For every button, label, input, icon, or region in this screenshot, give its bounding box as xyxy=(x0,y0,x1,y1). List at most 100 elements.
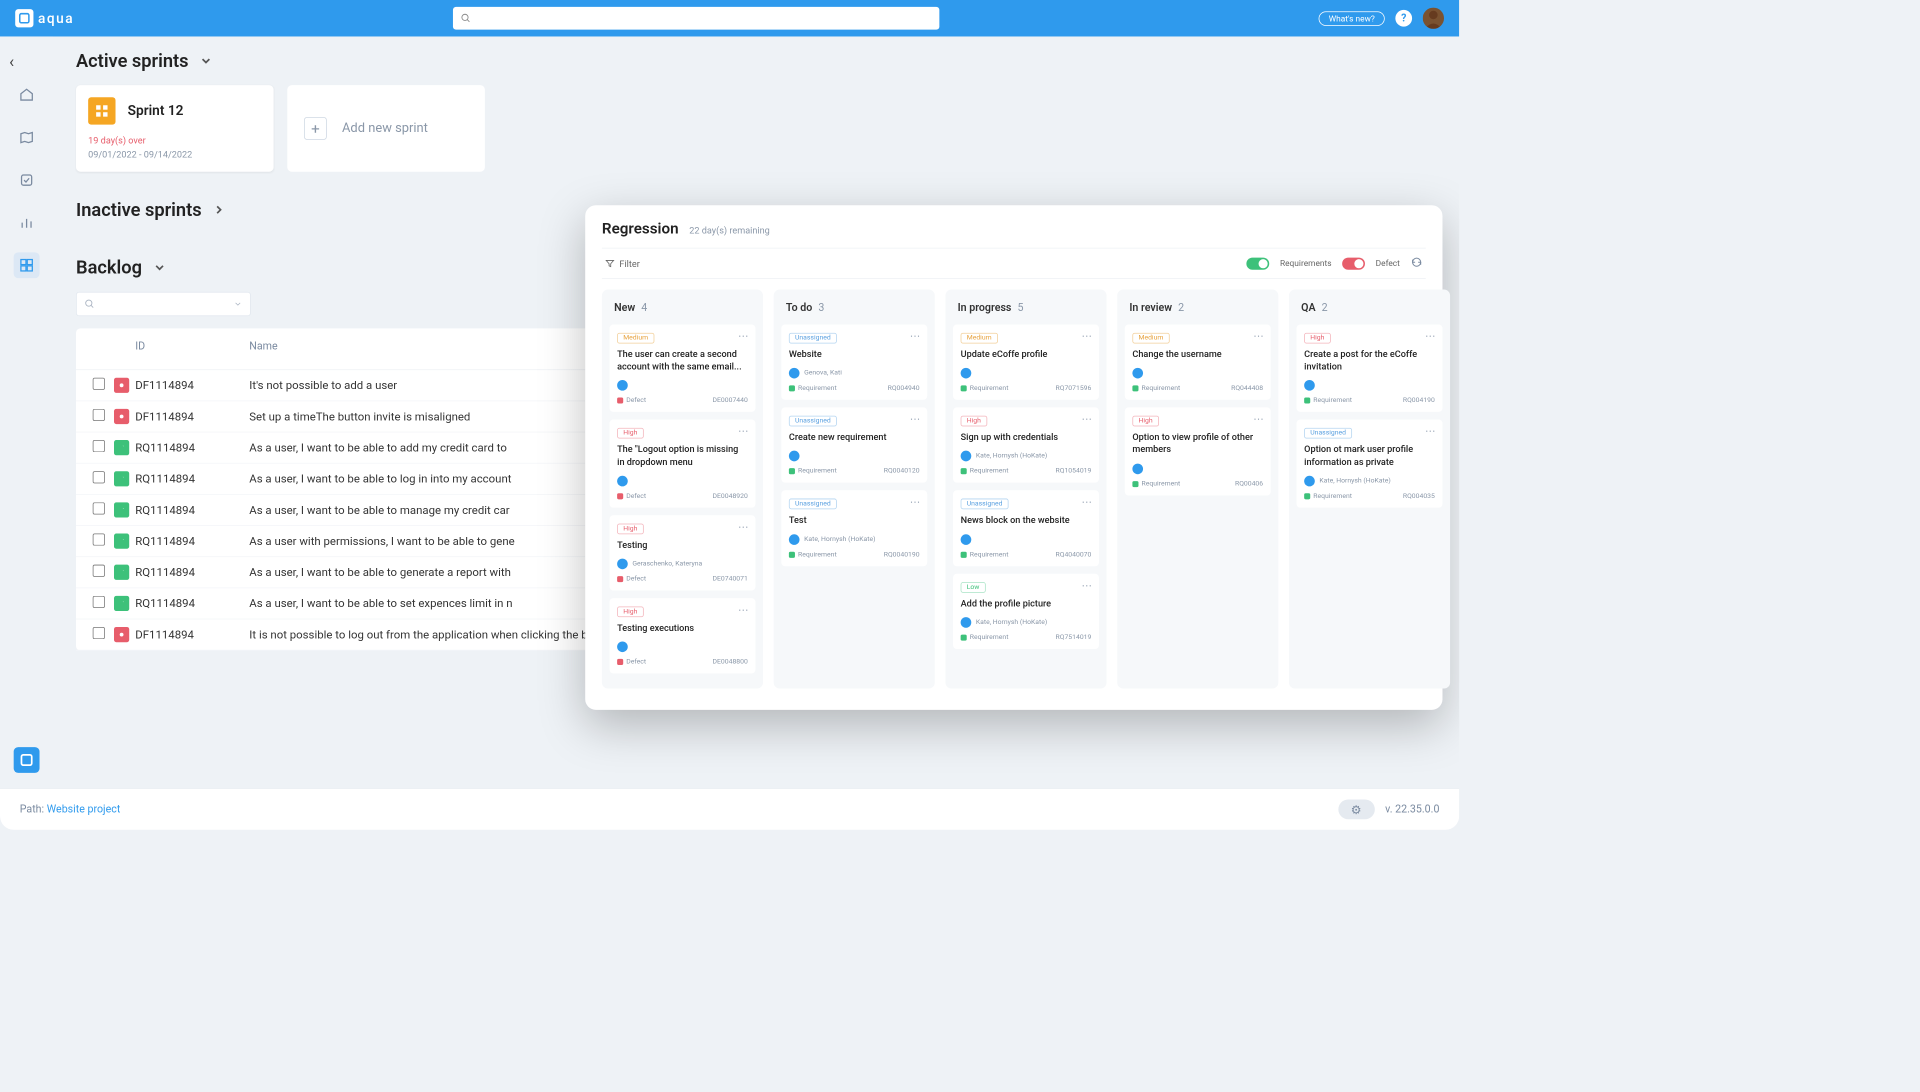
card-ref: RQ004940 xyxy=(888,385,920,393)
backlog-search[interactable] xyxy=(76,292,251,316)
card-menu-icon[interactable]: ⋯ xyxy=(1081,497,1092,509)
filter-button[interactable]: Filter xyxy=(605,258,640,269)
card-menu-icon[interactable]: ⋯ xyxy=(910,414,921,426)
row-checkbox[interactable] xyxy=(93,440,105,452)
kanban-card[interactable]: ⋯ Medium The user can create a second ac… xyxy=(610,325,756,413)
card-ref: DE0048800 xyxy=(713,658,748,666)
card-menu-icon[interactable]: ⋯ xyxy=(1081,331,1092,343)
card-menu-icon[interactable]: ⋯ xyxy=(1253,331,1264,343)
kanban-card[interactable]: ⋯ High Sign up with credentials Kate, Ho… xyxy=(953,408,1099,483)
type-icon xyxy=(961,551,967,557)
type-icon xyxy=(617,398,623,404)
card-menu-icon[interactable]: ⋯ xyxy=(910,497,921,509)
kanban-card[interactable]: ⋯ Medium Update eCoffe profile Requireme… xyxy=(953,325,1099,400)
column-name: In review xyxy=(1129,302,1172,314)
card-title: Website xyxy=(789,348,920,360)
th-id[interactable]: ID xyxy=(135,340,249,357)
assignee-avatar xyxy=(1304,476,1315,487)
kanban-card[interactable]: ⋯ High Option to view profile of other m… xyxy=(1125,408,1271,496)
type-icon xyxy=(789,468,795,474)
add-sprint-label: Add new sprint xyxy=(342,121,428,136)
nav-chart-icon[interactable] xyxy=(14,210,40,236)
backlog-title: Backlog xyxy=(76,257,142,278)
priority-tag: Unassigned xyxy=(961,499,1009,510)
nav-collapse-icon[interactable] xyxy=(14,747,40,773)
priority-tag: High xyxy=(1132,416,1158,427)
card-menu-icon[interactable]: ⋯ xyxy=(738,331,749,343)
card-menu-icon[interactable]: ⋯ xyxy=(1425,331,1436,343)
settings-toggle[interactable]: ⚙ xyxy=(1338,800,1374,820)
row-checkbox[interactable] xyxy=(93,378,105,390)
kanban-card[interactable]: ⋯ Unassigned Create new requirement Requ… xyxy=(781,408,927,483)
card-menu-icon[interactable]: ⋯ xyxy=(1253,414,1264,426)
kanban-card[interactable]: ⋯ Unassigned News block on the website R… xyxy=(953,490,1099,565)
row-checkbox[interactable] xyxy=(93,502,105,514)
kanban-card[interactable]: ⋯ Medium Change the username Requirement… xyxy=(1125,325,1271,400)
kanban-card[interactable]: ⋯ High The "Logout option is missing in … xyxy=(610,420,756,508)
card-menu-icon[interactable]: ⋯ xyxy=(1081,414,1092,426)
card-ref: RQ0040120 xyxy=(884,468,920,476)
kanban-card[interactable]: ⋯ Low Add the profile picture Kate, Horn… xyxy=(953,573,1099,648)
kanban-card[interactable]: ⋯ High Create a post for the eCoffe invi… xyxy=(1297,325,1443,413)
sprint-name: Sprint 12 xyxy=(128,103,184,119)
requirement-icon xyxy=(114,471,129,486)
user-avatar[interactable] xyxy=(1423,8,1444,29)
kanban-card[interactable]: ⋯ High Testing executions DefectDE004880… xyxy=(610,598,756,673)
help-button[interactable]: ? xyxy=(1395,10,1412,27)
row-checkbox[interactable] xyxy=(93,565,105,577)
assignee-avatar xyxy=(617,380,628,391)
kanban-card[interactable]: ⋯ Unassigned Website Genova, Kati Requir… xyxy=(781,325,927,400)
card-menu-icon[interactable]: ⋯ xyxy=(1081,580,1092,592)
card-menu-icon[interactable]: ⋯ xyxy=(1425,426,1436,438)
chevron-right-icon xyxy=(212,203,226,217)
type-label: Requirement xyxy=(798,468,837,476)
requirement-icon xyxy=(114,534,129,549)
brand-logo[interactable]: aqua xyxy=(15,9,74,27)
global-search[interactable] xyxy=(453,7,939,30)
back-button[interactable]: ‹ xyxy=(9,53,14,72)
sprint-dates: 09/01/2022 - 09/14/2022 xyxy=(88,149,261,160)
kanban-card[interactable]: ⋯ Unassigned Option ot mark user profile… xyxy=(1297,420,1443,508)
type-icon xyxy=(789,385,795,391)
card-title: Change the username xyxy=(1132,348,1263,360)
kanban-card[interactable]: ⋯ High Testing Geraschenko, Kateryna Def… xyxy=(610,515,756,590)
card-title: Option to view profile of other members xyxy=(1132,431,1263,456)
assignee-avatar xyxy=(961,617,972,628)
sync-button[interactable] xyxy=(1411,256,1423,270)
type-icon xyxy=(961,634,967,640)
card-menu-icon[interactable]: ⋯ xyxy=(910,331,921,343)
defect-toggle[interactable] xyxy=(1342,257,1365,269)
sprint-card[interactable]: Sprint 12 19 day(s) over 09/01/2022 - 09… xyxy=(76,85,274,172)
requirements-toggle[interactable] xyxy=(1247,257,1270,269)
path-value[interactable]: Website project xyxy=(47,803,121,815)
kanban-board: New4 ⋯ Medium The user can create a seco… xyxy=(602,290,1426,689)
row-checkbox[interactable] xyxy=(93,409,105,421)
row-checkbox[interactable] xyxy=(93,534,105,546)
card-menu-icon[interactable]: ⋯ xyxy=(738,521,749,533)
card-title: Test xyxy=(789,514,920,526)
assignee-name: Kate, Hornysh (HoKate) xyxy=(976,452,1047,460)
nav-home-icon[interactable] xyxy=(14,82,40,108)
card-title: Sign up with credentials xyxy=(961,431,1092,443)
nav-board-icon[interactable] xyxy=(14,252,40,278)
row-checkbox[interactable] xyxy=(93,471,105,483)
card-menu-icon[interactable]: ⋯ xyxy=(738,604,749,616)
row-checkbox[interactable] xyxy=(93,627,105,639)
row-checkbox[interactable] xyxy=(93,596,105,608)
nav-map-icon[interactable] xyxy=(14,125,40,151)
card-menu-icon[interactable]: ⋯ xyxy=(738,426,749,438)
type-icon xyxy=(1304,398,1310,404)
nav-package-icon[interactable] xyxy=(14,167,40,193)
priority-tag: Low xyxy=(961,582,986,593)
kanban-card[interactable]: ⋯ Unassigned Test Kate, Hornysh (HoKate)… xyxy=(781,490,927,565)
active-sprints-header[interactable]: Active sprints xyxy=(76,50,1436,71)
card-ref: RQ1054019 xyxy=(1056,468,1092,476)
card-ref: RQ7514019 xyxy=(1056,634,1092,642)
card-title: The "Logout option is missing in dropdow… xyxy=(617,443,748,468)
board-title: Regression xyxy=(602,219,679,237)
row-id: RQ1114894 xyxy=(135,472,249,486)
type-icon xyxy=(961,468,967,474)
version-label: v. 22.35.0.0 xyxy=(1385,803,1439,815)
whats-new-button[interactable]: What's new? xyxy=(1319,11,1385,25)
add-sprint-button[interactable]: + Add new sprint xyxy=(287,85,485,172)
